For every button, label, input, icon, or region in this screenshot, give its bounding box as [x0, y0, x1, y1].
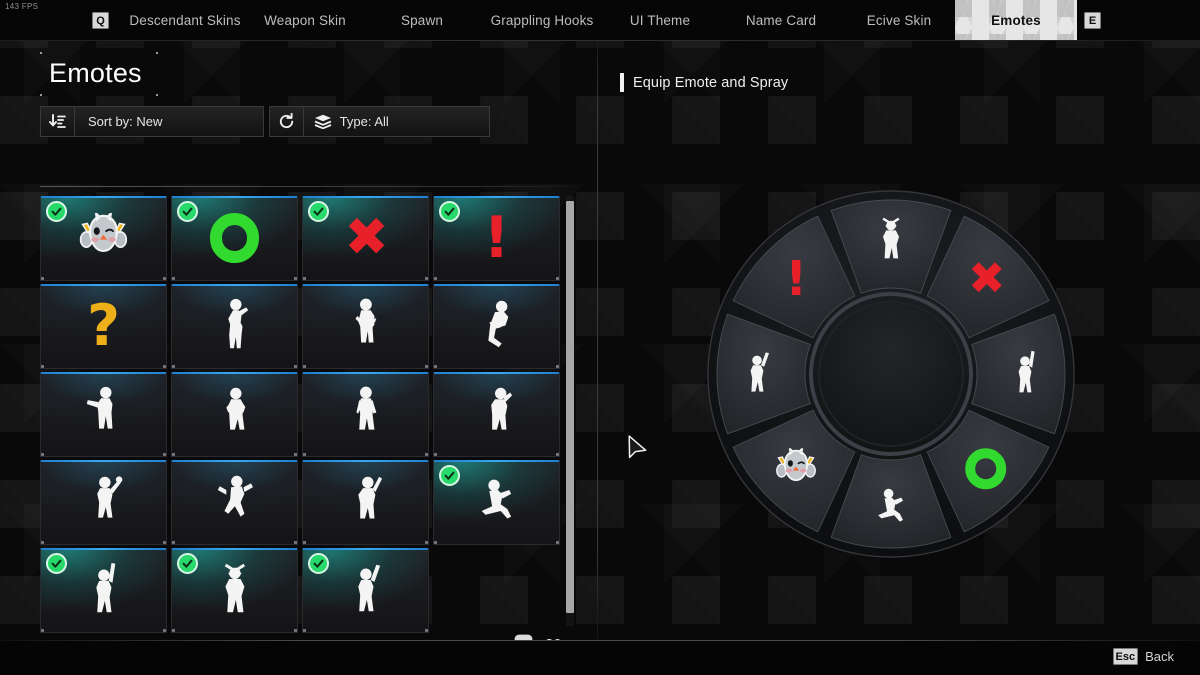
kick-emote-icon — [172, 460, 297, 544]
reload-icon — [278, 113, 295, 130]
top-tab-bar: 143 FPS Descendant Skins Weapon Skin Spawn… — [0, 0, 1200, 41]
wheel-icon-reach-up-emote[interactable] — [1007, 348, 1042, 399]
sort-by-select[interactable]: Sort by: New — [74, 106, 264, 137]
wheel-icon-arms-crossed-emote[interactable] — [873, 214, 908, 265]
tab-label: Ecive Skin — [866, 13, 932, 28]
equipped-check-badge — [308, 553, 329, 574]
question-spray-icon: ? — [86, 292, 121, 359]
equip-heading: Equip Emote and Spray — [620, 73, 788, 92]
equipped-check-badge — [308, 201, 329, 222]
tab-label: Name Card — [745, 13, 817, 28]
hands-waist-emote-icon — [303, 284, 428, 368]
tab-label: Grappling Hooks — [490, 13, 594, 28]
equipped-check-badge — [177, 201, 198, 222]
equip-heading-label: Equip Emote and Spray — [633, 74, 789, 91]
equipped-check-badge — [46, 201, 67, 222]
wheel-icon-green-circle-spray[interactable] — [964, 447, 1007, 490]
equip-panel: Equip Emote and Spray ✖! — [598, 41, 1200, 675]
stand-idle-emote-icon — [303, 372, 428, 456]
sort-by-label: Sort by: New — [88, 114, 163, 129]
back-button[interactable]: Esc Back — [1112, 648, 1174, 665]
page-title: Emotes — [49, 58, 142, 88]
mouse-pointer-icon — [627, 434, 649, 467]
filter-toolbar: Sort by: New Type: All — [40, 106, 490, 137]
flex-emote-icon — [172, 372, 297, 456]
emotes-panel: Emotes Sort by: New Type: All ✖ ! ? — [0, 41, 598, 675]
grid-cell-wave-up-emote[interactable] — [302, 548, 429, 633]
tab-label: UI Theme — [629, 13, 691, 28]
wheel-icon-kneel-emote[interactable] — [873, 482, 908, 533]
tab-label: Emotes — [991, 13, 1041, 28]
type-filter-label: Type: All — [339, 114, 389, 129]
grid-cell-salute-emote[interactable] — [171, 284, 298, 369]
prev-tab-key[interactable]: Q — [92, 12, 109, 29]
grid-scrollbar-thumb[interactable] — [566, 201, 574, 613]
heading-accent-bar — [620, 73, 624, 92]
emote-grid: ✖!? — [40, 196, 562, 633]
grid-cell-stand-idle-emote[interactable] — [302, 372, 429, 457]
grid-cell-mascot-spray[interactable] — [40, 196, 167, 281]
equipped-check-badge — [46, 553, 67, 574]
grid-cell-arms-crossed-emote[interactable] — [171, 548, 298, 633]
wheel-icon-exclamation-spray[interactable]: ! — [785, 255, 807, 303]
sort-direction-button[interactable] — [40, 106, 75, 137]
grid-cell-green-circle-spray[interactable] — [171, 196, 298, 281]
tab-ecive-skin[interactable]: Ecive Skin — [866, 0, 932, 41]
grid-cell-exclamation-spray[interactable]: ! — [433, 196, 560, 281]
tab-list: Descendant Skins Weapon Skin Spawn Grapplin… — [0, 0, 1200, 41]
point-forward-emote-icon — [41, 372, 166, 456]
tab-weapon-skin[interactable]: Weapon Skin — [263, 0, 347, 41]
wheel-icon-wave-up-emote[interactable] — [739, 348, 774, 399]
crouch-emote-icon — [434, 284, 559, 368]
back-button-label: Back — [1145, 649, 1174, 664]
grid-cell-crouch-emote[interactable] — [433, 284, 560, 369]
tab-label: Spawn — [400, 13, 444, 28]
salute-emote-icon — [172, 284, 297, 368]
grid-cell-kick-emote[interactable] — [171, 460, 298, 545]
tab-ui-theme[interactable]: UI Theme — [630, 0, 690, 41]
sort-descending-icon — [49, 114, 66, 129]
grid-cell-question-spray[interactable]: ? — [40, 284, 167, 369]
grid-cell-point-forward-emote[interactable] — [40, 372, 167, 457]
type-filter-select[interactable]: Type: All — [302, 106, 490, 137]
layers-icon — [314, 114, 332, 129]
equipped-check-badge — [177, 553, 198, 574]
arm-raise-emote-icon — [303, 460, 428, 544]
grid-cell-red-cross-spray[interactable]: ✖ — [302, 196, 429, 281]
equipped-check-badge — [439, 465, 460, 486]
toolbar-divider — [40, 186, 573, 187]
grid-cell-kneel-emote[interactable] — [433, 460, 560, 545]
tab-descendant-skins[interactable]: Descendant Skins — [129, 0, 240, 41]
wheel-icon-mascot-spray[interactable] — [771, 447, 821, 490]
wheel-icon-red-cross-spray[interactable]: ✖ — [968, 256, 1006, 302]
esc-key-cap: Esc — [1112, 648, 1139, 665]
tab-spawn[interactable]: Spawn — [401, 0, 443, 41]
next-tab-key[interactable]: E — [1084, 12, 1101, 29]
grid-cell-reach-up-emote[interactable] — [40, 548, 167, 633]
grid-cell-arm-raise-emote[interactable] — [302, 460, 429, 545]
emote-wheel[interactable]: ✖! — [706, 189, 1076, 559]
equipped-check-badge — [439, 201, 460, 222]
grid-cell-flex-emote[interactable] — [171, 372, 298, 457]
hat-tip-emote-icon — [434, 372, 559, 456]
reset-filters-button[interactable] — [268, 106, 304, 137]
tab-name-card[interactable]: Name Card — [746, 0, 816, 41]
grid-cell-hands-waist-emote[interactable] — [302, 284, 429, 369]
tab-label: Weapon Skin — [264, 13, 346, 28]
footer-bar — [0, 641, 1200, 675]
toast-emote-icon — [41, 460, 166, 544]
tab-emotes[interactable]: Emotes — [955, 0, 1077, 41]
grid-cell-toast-emote[interactable] — [40, 460, 167, 545]
tab-label: Descendant Skins — [129, 13, 241, 28]
tab-grappling-hooks[interactable]: Grappling Hooks — [490, 0, 594, 41]
grid-cell-hat-tip-emote[interactable] — [433, 372, 560, 457]
